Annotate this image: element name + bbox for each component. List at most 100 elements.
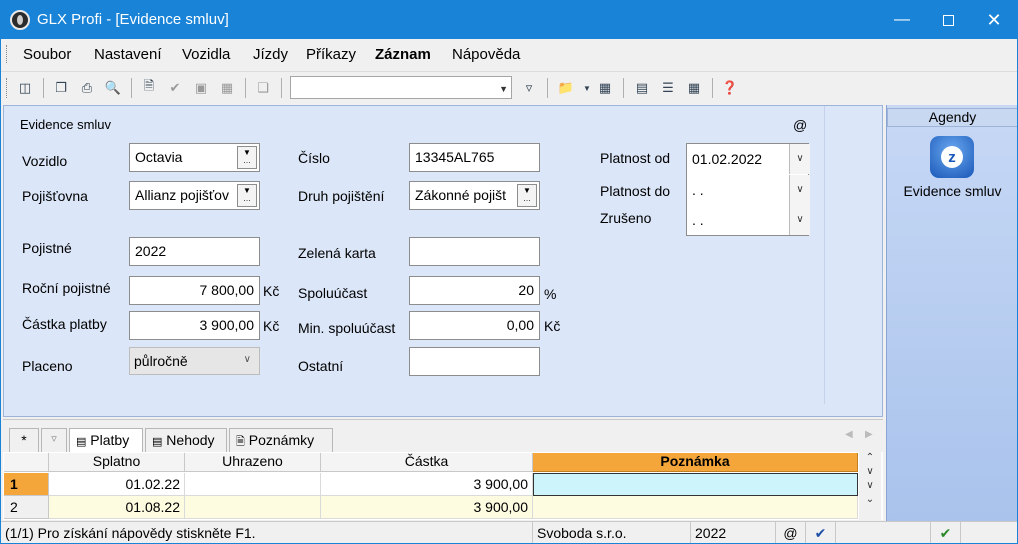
menu-vozidla[interactable]: Vozidla [182, 46, 230, 63]
column-header-poznamka[interactable]: Poznámka [533, 453, 858, 472]
confirm-icon[interactable]: ✔ [165, 78, 185, 98]
spoluucast-unit: % [544, 286, 557, 302]
minimize-icon[interactable]: — [879, 1, 925, 39]
zruseno-field[interactable]: . . ∨ [687, 205, 810, 235]
min-spoluucast-label: Min. spoluúčast [298, 320, 396, 336]
table-view-icon[interactable]: ▦ [684, 78, 704, 98]
menu-jizdy[interactable]: Jízdy [253, 46, 288, 63]
copy-record-icon[interactable]: ❐ [51, 78, 71, 98]
cislo-field[interactable]: 13345AL765 [409, 143, 540, 172]
filter-icon[interactable]: ▿ [519, 78, 539, 98]
folder-dropdown-icon[interactable]: ▼ [577, 78, 597, 98]
cell-castka[interactable]: 3 900,00 [321, 496, 533, 519]
toolbar-grip[interactable] [6, 78, 9, 98]
menu-soubor[interactable]: Soubor [23, 46, 71, 63]
agenda-contract-icon[interactable]: z [930, 136, 974, 178]
pojistovna-dropdown-icon[interactable]: ▼… [237, 184, 257, 207]
ostatni-field[interactable] [409, 347, 540, 376]
cell-uhrazeno[interactable] [185, 496, 321, 519]
row-number[interactable]: 2 [4, 496, 49, 519]
rocni-pojistne-unit: Kč [263, 283, 280, 299]
placeno-value: půlročně [134, 353, 188, 369]
application-window: GLX Profi - [Evidence smluv] — ✕ Soubor … [0, 0, 1018, 544]
panel-divider [824, 106, 825, 404]
print-icon[interactable]: ⎙ [77, 78, 97, 98]
save-all-icon[interactable]: ▦ [217, 78, 237, 98]
menu-zaznam[interactable]: Záznam [375, 46, 431, 63]
app-logo-icon[interactable] [10, 10, 30, 30]
tab-new-record[interactable]: * [9, 428, 39, 452]
list-view-icon[interactable]: ☰ [658, 78, 678, 98]
agenda-item-evidence-smluv[interactable]: Evidence smluv [887, 183, 1017, 199]
toolbar-search-combo[interactable]: ▼ [290, 76, 512, 99]
menu-prikazy[interactable]: Příkazy [306, 46, 356, 63]
platnost-do-field[interactable]: . . ∨ [687, 175, 810, 205]
scroll-down-icon[interactable]: ∨ [859, 480, 881, 494]
cell-castka[interactable]: 3 900,00 [321, 473, 533, 496]
close-icon[interactable]: ✕ [971, 1, 1017, 39]
zruseno-label: Zrušeno [600, 210, 652, 226]
platnost-od-field[interactable]: 01.02.2022 ∨ [687, 144, 810, 174]
tab-platby[interactable]: ▤ Platby [69, 428, 143, 452]
status-year: 2022 [691, 522, 776, 543]
placeno-select[interactable]: půlročně ∨ [129, 347, 260, 375]
castka-platby-field[interactable]: 3 900,00 [129, 311, 260, 340]
menu-napoveda[interactable]: Nápověda [452, 46, 520, 63]
column-header-uhrazeno[interactable]: Uhrazeno [185, 453, 321, 472]
vozidlo-field[interactable]: Octavia ▼… [129, 143, 260, 172]
status-ok-icon[interactable]: ✔ [931, 522, 961, 543]
cell-uhrazeno[interactable] [185, 473, 321, 496]
zelena-karta-field[interactable] [409, 237, 540, 266]
status-help-text: (1/1) Pro získání nápovědy stiskněte F1. [1, 522, 533, 543]
save-icon[interactable]: ▣ [191, 78, 211, 98]
cell-splatno[interactable]: 01.08.22 [49, 496, 185, 519]
folder-icon[interactable]: 📁 [556, 78, 576, 98]
min-spoluucast-field[interactable]: 0,00 [409, 311, 540, 340]
exit-door-icon[interactable]: ◫ [15, 78, 35, 98]
column-header-splatno[interactable]: Splatno [49, 453, 185, 472]
druh-pojisteni-field[interactable]: Zákonné pojišt ▼… [409, 181, 540, 210]
tab-scroll-left-icon[interactable]: ◀ [845, 429, 853, 440]
maximize-icon[interactable] [925, 1, 971, 39]
scroll-bottom-icon[interactable]: ⌄ [859, 494, 881, 508]
pojistovna-field[interactable]: Allianz pojišťov ▼… [129, 181, 260, 210]
row-number[interactable]: 1 [4, 473, 49, 496]
grid-scrollbar[interactable]: ⌃ ∨ ∨ ⌄ [859, 452, 881, 520]
cell-splatno[interactable]: 01.02.22 [49, 473, 185, 496]
chevron-down-icon[interactable]: ∨ [244, 354, 251, 365]
agendy-header: Agendy [887, 108, 1017, 127]
window-title: GLX Profi - [Evidence smluv] [37, 11, 229, 28]
print-preview-icon[interactable]: 🔍 [103, 78, 123, 98]
menu-nastaveni[interactable]: Nastavení [94, 46, 162, 63]
scroll-top-icon[interactable]: ⌃ [859, 452, 881, 466]
cell-poznamka[interactable] [533, 473, 858, 496]
tab-poznamky[interactable]: 🗎 Poznámky [229, 428, 333, 452]
menubar-grip[interactable] [6, 45, 9, 63]
form-view-icon[interactable]: ▤ [632, 78, 652, 98]
duplicate-icon[interactable]: ❏ [253, 78, 273, 98]
pojistovna-label: Pojišťovna [22, 188, 88, 204]
help-pointer-icon[interactable]: ❓ [720, 78, 740, 98]
tab-nehody[interactable]: ▤ Nehody [145, 428, 227, 452]
spoluucast-field[interactable]: 20 [409, 276, 540, 305]
title-bar[interactable]: GLX Profi - [Evidence smluv] — ✕ [1, 1, 1017, 39]
chevron-down-icon[interactable]: ∨ [789, 205, 810, 235]
chevron-down-icon[interactable]: ∨ [789, 144, 810, 174]
calculator-icon[interactable]: ▦ [595, 78, 615, 98]
pojistne-field[interactable]: 2022 [129, 237, 260, 266]
vozidlo-label: Vozidlo [22, 153, 68, 169]
tab-filter-icon[interactable]: ▿ [41, 428, 67, 452]
cell-poznamka[interactable] [533, 496, 858, 519]
scroll-up-icon[interactable]: ∨ [859, 466, 881, 480]
note-icon: 🗎 [236, 436, 245, 448]
chevron-down-icon[interactable]: ∨ [789, 175, 810, 205]
tab-scroll-right-icon[interactable]: ▶ [865, 429, 873, 440]
druh-pojisteni-dropdown-icon[interactable]: ▼… [517, 184, 537, 207]
chevron-down-icon[interactable]: ▼ [499, 84, 508, 94]
vozidlo-dropdown-icon[interactable]: ▼… [237, 146, 257, 169]
status-check-icon[interactable]: ✔ [806, 522, 836, 543]
rocni-pojistne-field[interactable]: 7 800,00 [129, 276, 260, 305]
pojistovna-value: Allianz pojišťov [135, 187, 229, 203]
column-header-castka[interactable]: Částka [321, 453, 533, 472]
new-document-icon[interactable]: 🗎 [139, 78, 159, 98]
